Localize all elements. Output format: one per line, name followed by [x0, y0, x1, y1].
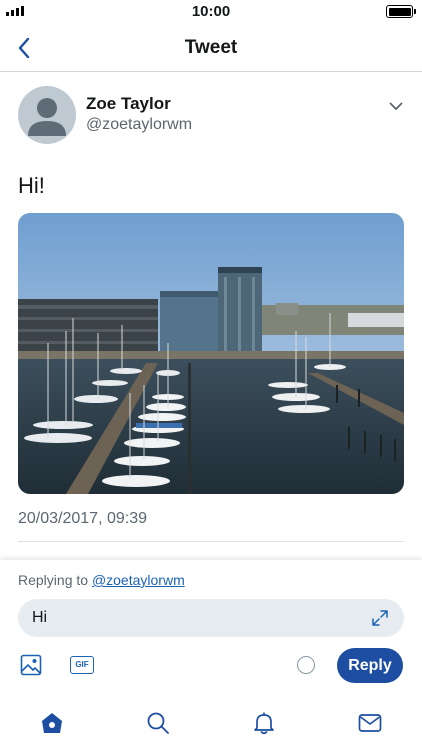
tab-search[interactable]: [145, 710, 171, 736]
battery-icon: [386, 5, 416, 18]
marina-photo: [18, 213, 404, 494]
reply-button[interactable]: Reply: [337, 648, 403, 683]
replying-prefix: Replying to: [18, 572, 89, 588]
tab-messages[interactable]: [357, 710, 383, 736]
character-counter-icon: [297, 656, 315, 674]
notifications-icon: [254, 712, 274, 735]
tweet-text: Hi!: [18, 173, 45, 198]
default-avatar-icon: [28, 98, 66, 136]
reply-input[interactable]: Hi: [18, 599, 404, 637]
messages-icon: [358, 714, 382, 732]
image-icon[interactable]: [20, 654, 42, 676]
expand-icon[interactable]: [370, 608, 390, 628]
home-icon: [42, 713, 62, 733]
tweet-options-button[interactable]: [384, 96, 408, 116]
nav-header: Tweet: [0, 24, 422, 72]
tweet-photo[interactable]: [18, 213, 404, 494]
avatar[interactable]: [18, 86, 76, 144]
gif-button[interactable]: GIF: [70, 656, 94, 674]
divider: [18, 541, 404, 542]
reply-input-value[interactable]: Hi: [32, 609, 47, 627]
chevron-down-icon: [389, 102, 403, 110]
tab-notifications[interactable]: [251, 710, 277, 736]
status-time: 10:00: [191, 3, 231, 20]
status-bar: 10:00: [0, 0, 422, 24]
tab-home[interactable]: [39, 710, 65, 736]
author-name[interactable]: Zoe Taylor: [86, 94, 171, 114]
replying-handle-link[interactable]: @zoetaylorwm: [92, 572, 185, 588]
tweet-timestamp: 20/03/2017, 09:39: [18, 510, 148, 527]
replying-to-label: Replying to @zoetaylorwm: [18, 572, 185, 588]
page-title: Tweet: [184, 37, 238, 58]
search-icon: [147, 712, 169, 734]
author-handle[interactable]: @zoetaylorwm: [86, 116, 192, 134]
tab-bar: [0, 700, 422, 750]
